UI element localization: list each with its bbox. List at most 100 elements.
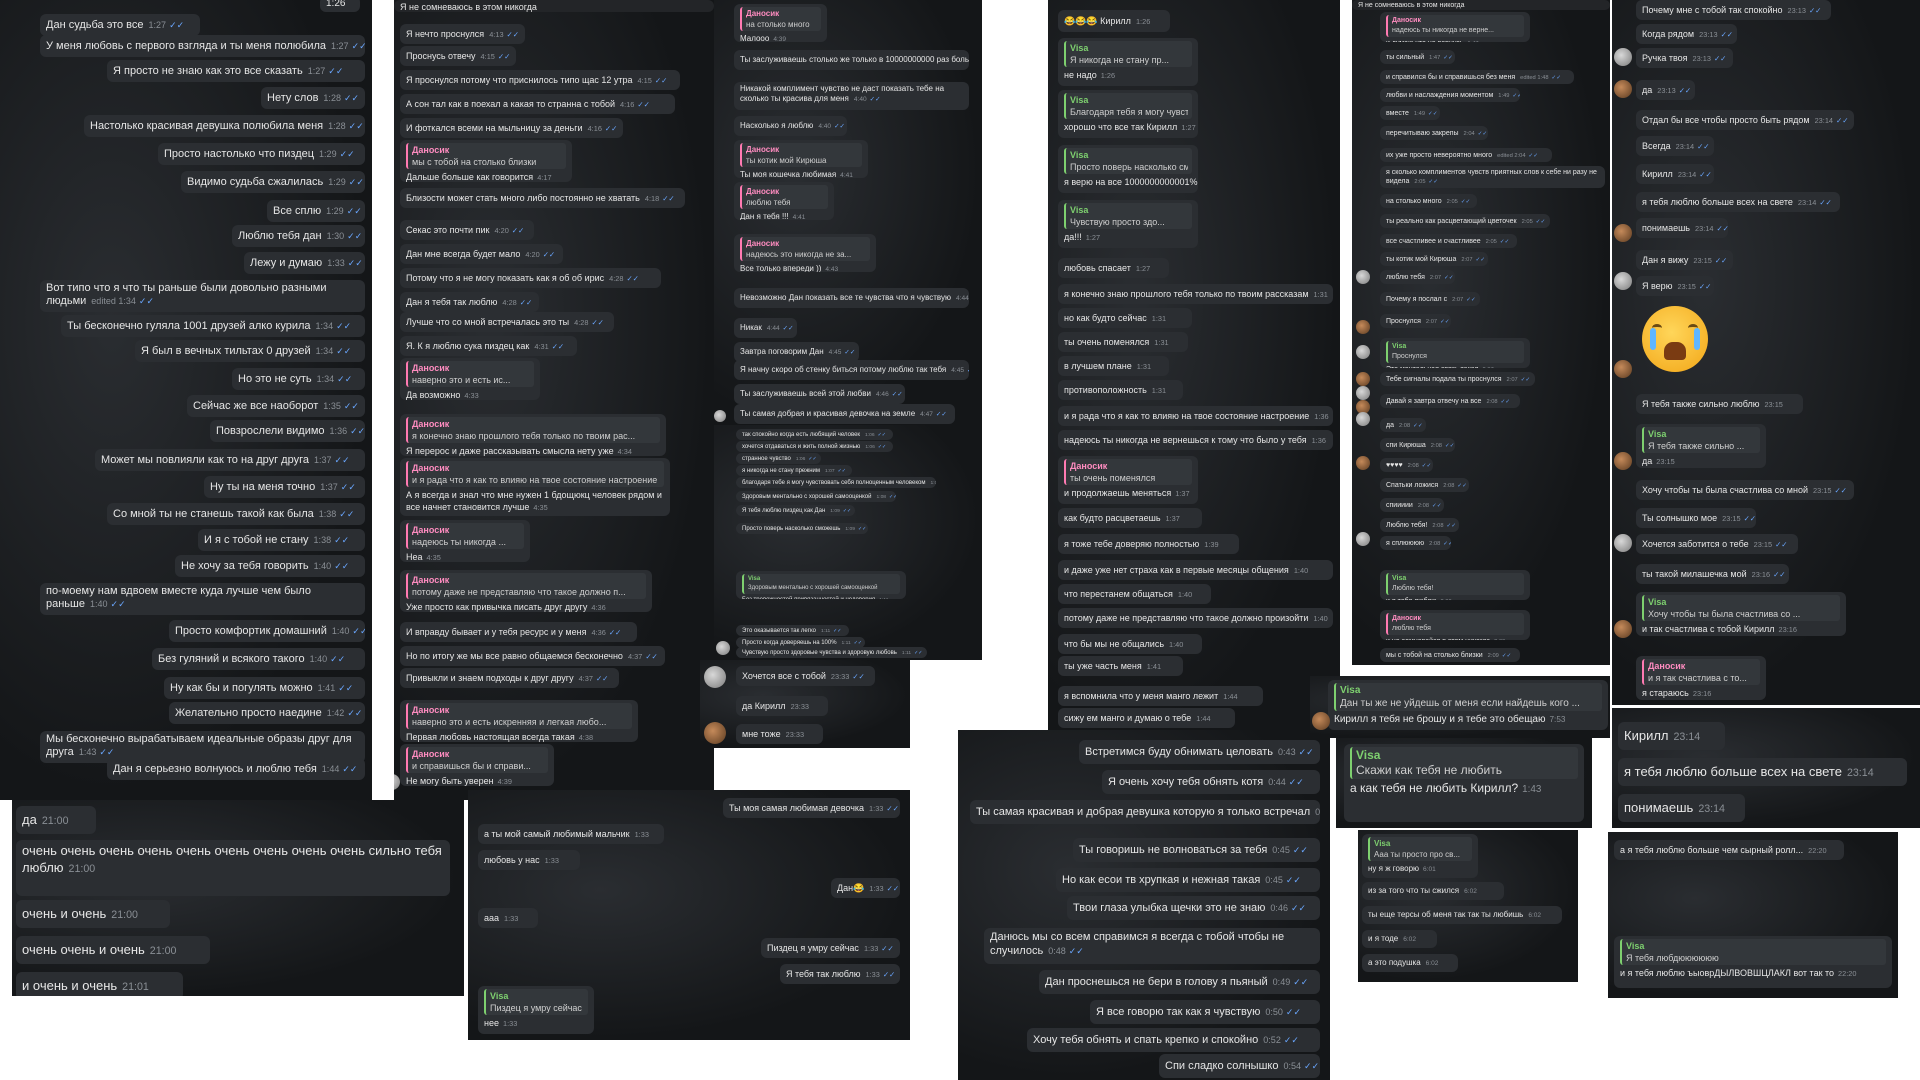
reply-message-bubble[interactable]: Даносик потому даже не представляю что та… xyxy=(400,570,652,612)
message-bubble[interactable]: Нету слов 1:28 ✓✓ xyxy=(261,87,365,109)
message-bubble[interactable]: в лучшем плане 1:31 xyxy=(1058,356,1169,376)
message-bubble[interactable]: И вправду бывает и у тебя ресурс и у мен… xyxy=(400,622,637,642)
message-bubble[interactable]: Когда рядом 23:13 ✓✓ xyxy=(1636,24,1737,44)
avatar[interactable] xyxy=(1614,272,1632,290)
message-bubble[interactable]: люблю тебя 2:07 ✓✓ xyxy=(1380,270,1455,284)
message-bubble[interactable]: Всегда 23:14 ✓✓ xyxy=(1636,136,1714,156)
quoted-message[interactable]: Даносик и справишься бы и справи... xyxy=(406,747,548,773)
message-bubble[interactable]: Дан я тебя так люблю 4:28 ✓✓ xyxy=(400,292,539,312)
reply-message-bubble[interactable]: Даносик ты очень поменялся и продолжаешь м… xyxy=(1058,456,1198,504)
message-bubble[interactable]: И фоткался всеми на мыльницу за деньги 4:… xyxy=(400,118,623,138)
message-bubble[interactable]: Никак 4:44 ✓✓ xyxy=(734,318,797,338)
message-bubble[interactable]: Я все говорю так как я чувствую 0:50 ✓✓ xyxy=(1090,1000,1320,1024)
quoted-message[interactable]: Visa Благодаря тебя я могу чувст... xyxy=(1064,93,1192,119)
message-bubble[interactable]: ты еще терсы об меня так так ты любишь 6:… xyxy=(1362,906,1562,924)
avatar[interactable] xyxy=(1356,372,1370,386)
message-bubble[interactable]: Чувствую просто здоровые чувства и здоро… xyxy=(736,647,927,658)
message-bubble[interactable]: сижу ем манго и думаю о тебе 1:44 xyxy=(1058,708,1235,728)
message-bubble[interactable]: Кирилл 23:14 ✓✓ xyxy=(1636,164,1714,184)
message-bubble[interactable]: я вспомнила что у меня манго лежит 1:44 xyxy=(1058,686,1263,706)
message-bubble[interactable]: Я проснулся потому что приснилось типо щ… xyxy=(400,70,680,90)
message-bubble[interactable]: странное чувство 1:06 ✓✓ xyxy=(736,453,821,464)
message-bubble[interactable]: Завтра поговорим Дан 4:45 ✓✓ xyxy=(734,342,859,362)
message-bubble[interactable]: Но как есои тв хрупкая и нежная такая 0:4… xyxy=(1056,868,1320,892)
message-bubble[interactable]: понимаешь 23:14 ✓✓ xyxy=(1636,218,1728,238)
reply-message-bubble[interactable]: Visa Просто поверь насколько смо... я верю… xyxy=(1058,145,1198,193)
message-bubble[interactable]: ааа 1:33 xyxy=(478,908,538,928)
quoted-message[interactable]: Даносик мы с тобой на столько близки xyxy=(406,143,566,169)
avatar[interactable] xyxy=(1356,320,1370,334)
message-bubble[interactable]: Хочу тебя обнять и спать крепко и спокой… xyxy=(1027,1028,1320,1052)
message-bubble[interactable]: Секас это почти пик 4:20 ✓✓ xyxy=(400,220,534,240)
quoted-message[interactable]: Даносик ты очень поменялся xyxy=(1064,459,1192,485)
quoted-message[interactable]: Даносик и я так счастлива с то... xyxy=(1642,659,1760,685)
message-bubble[interactable]: Ты заслуживаешь всей этой любви 4:46 ✓✓ xyxy=(734,384,905,404)
avatar[interactable] xyxy=(1356,270,1370,284)
message-bubble[interactable]: Здоровым ментально с хорошей самооценкой… xyxy=(736,491,896,502)
message-bubble[interactable]: благодаря тебе я могу чувствовать себя п… xyxy=(736,477,936,488)
message-bubble[interactable]: Ты говоришь не волноваться за тебя 0:45 ✓✓ xyxy=(1073,838,1320,862)
message-bubble[interactable]: что бы мы не общались 1:40 xyxy=(1058,634,1202,654)
message-bubble[interactable]: хочется отдаваться и жить полной жизнью 1… xyxy=(736,441,893,452)
quoted-message[interactable]: Даносик люблю тебя xyxy=(1386,613,1524,635)
reply-message-bubble[interactable]: Даносик наверно это и есть искренняя и ле… xyxy=(400,700,638,742)
message-bubble[interactable]: Не хочу за тебя говорить 1:40 ✓✓ xyxy=(175,555,365,577)
message-bubble[interactable]: Ты самая красивая и добрая девушка котор… xyxy=(970,800,1320,824)
message-bubble[interactable]: Проснулся 2:07 ✓✓ xyxy=(1380,314,1451,328)
avatar[interactable] xyxy=(1614,620,1632,638)
message-bubble[interactable]: и справился бы и справишься без меня edit… xyxy=(1380,70,1574,84)
avatar[interactable] xyxy=(1356,532,1370,546)
quoted-message[interactable]: Visa Хочу чтобы ты была счастлива со ... xyxy=(1642,595,1840,621)
message-bubble[interactable]: Хочу чтобы ты была счастлива со мной 23:1… xyxy=(1636,480,1854,500)
message-bubble[interactable]: вместе 1:49 ✓✓ xyxy=(1380,106,1440,120)
avatar[interactable] xyxy=(714,410,726,422)
avatar[interactable] xyxy=(704,722,726,744)
message-bubble[interactable]: а ты мой самый любимый мальчик 1:33 xyxy=(478,824,664,844)
avatar[interactable] xyxy=(1614,80,1632,98)
message-bubble[interactable]: Настолько красивая девушка полюбила меня… xyxy=(84,115,365,137)
avatar[interactable] xyxy=(1614,48,1632,66)
avatar[interactable] xyxy=(1614,224,1632,242)
emoji-header-bubble[interactable]: 😂😂😂 Кирилл 1:26 xyxy=(1058,10,1170,32)
message-bubble[interactable]: Кирилл 23:14 xyxy=(1618,722,1725,750)
message-bubble[interactable]: Дан😂 1:33 ✓✓ xyxy=(831,878,900,898)
message-bubble[interactable]: я тебя люблю больше всех на свете 23:14 xyxy=(1618,758,1907,786)
message-bubble[interactable]: Почему мне с тобой так спокойно 23:13 ✓✓ xyxy=(1636,0,1831,20)
message-bubble[interactable]: Насколько я люблю 4:40 ✓✓ xyxy=(734,116,847,136)
message-bubble[interactable]: Люблю тебя дан 1:30 ✓✓ xyxy=(232,225,365,247)
message-bubble[interactable]: Ты бесконечно гуляла 1001 друзей алко ку… xyxy=(61,315,365,337)
message-bubble[interactable]: Ты солнышко мое 23:15 ✓✓ xyxy=(1636,508,1756,528)
message-bubble[interactable]: Спатьки ложися 2:08 ✓✓ xyxy=(1380,478,1469,492)
quoted-message[interactable]: Даносик ты котик мой Кирюша xyxy=(740,143,862,167)
message-bubble[interactable]: Ну как бы и погулять можно 1:41 ✓✓ xyxy=(164,677,365,699)
message-bubble[interactable]: Лучше что со мной встречалась это ты 4:28… xyxy=(400,312,614,332)
message-bubble[interactable]: любовь спасает 1:27 xyxy=(1058,258,1169,278)
message-bubble[interactable]: Просто настолько что пиздец 1:29 ✓✓ xyxy=(158,143,365,165)
reply-message-bubble[interactable]: Visa Благодаря тебя я могу чувст... хорошо… xyxy=(1058,90,1198,138)
message-bubble[interactable]: Я просто не знаю как это все сказать 1:27… xyxy=(107,60,365,82)
message-bubble[interactable]: А сон тал как в поехал а какая то странн… xyxy=(400,94,675,114)
reply-message-bubble[interactable]: Даносик и я рада что я как то влияю на тв… xyxy=(400,458,670,516)
quoted-message[interactable]: Даносик люблю тебя xyxy=(740,185,828,209)
quoted-message[interactable]: Visa Я тебя также сильно ... xyxy=(1642,427,1760,453)
message-bubble[interactable]: как будто расцветаешь 1:37 xyxy=(1058,508,1202,528)
message-bubble[interactable]: очень очень очень очень очень очень очен… xyxy=(16,840,450,896)
message-bubble[interactable]: Ну ты на меня точно 1:37 ✓✓ xyxy=(204,476,365,498)
message-bubble[interactable]: очень и очень 21:00 xyxy=(16,900,170,928)
message-bubble[interactable]: да Кирилл 23:33 xyxy=(736,696,828,716)
message-bubble[interactable]: ты котик мой Кирюша 2:07 ✓✓ xyxy=(1380,252,1488,266)
message-bubble[interactable]: из за того что ты сжился 6:02 xyxy=(1362,882,1504,900)
message-bubble[interactable]: мне тоже 23:33 xyxy=(736,724,823,744)
quoted-message[interactable]: Даносик надеюсь ты никогда не верне... xyxy=(1386,15,1524,37)
message-bubble[interactable]: ты такой милашечка мой 23:16 ✓✓ xyxy=(1636,564,1789,584)
message-bubble[interactable]: ты очень поменялся 1:31 xyxy=(1058,332,1188,352)
reply-message-bubble[interactable]: Даносик надеюсь ты никогда ... Неа 4:35 xyxy=(400,520,530,562)
message-bubble[interactable]: Люблю тебя! 2:08 ✓✓ xyxy=(1380,518,1459,532)
quoted-message[interactable]: Visa Дан ты же не уйдешь от меня если най… xyxy=(1334,683,1602,711)
message-bubble[interactable]: любовь у нас 1:33 xyxy=(478,850,580,870)
message-bubble[interactable]: Все сплю 1:29 ✓✓ xyxy=(267,200,365,222)
message-bubble[interactable]: Давай я завтра отвечу на все 2:08 ✓✓ xyxy=(1380,394,1520,408)
message-bubble[interactable]: я тебя люблю больше всех на свете 23:14 ✓✓ xyxy=(1636,192,1840,212)
message-bubble[interactable]: и очень и очень 21:01 xyxy=(16,972,183,996)
reply-message-bubble[interactable]: Даносик мы с тобой на столько близки Дальш… xyxy=(400,140,572,182)
